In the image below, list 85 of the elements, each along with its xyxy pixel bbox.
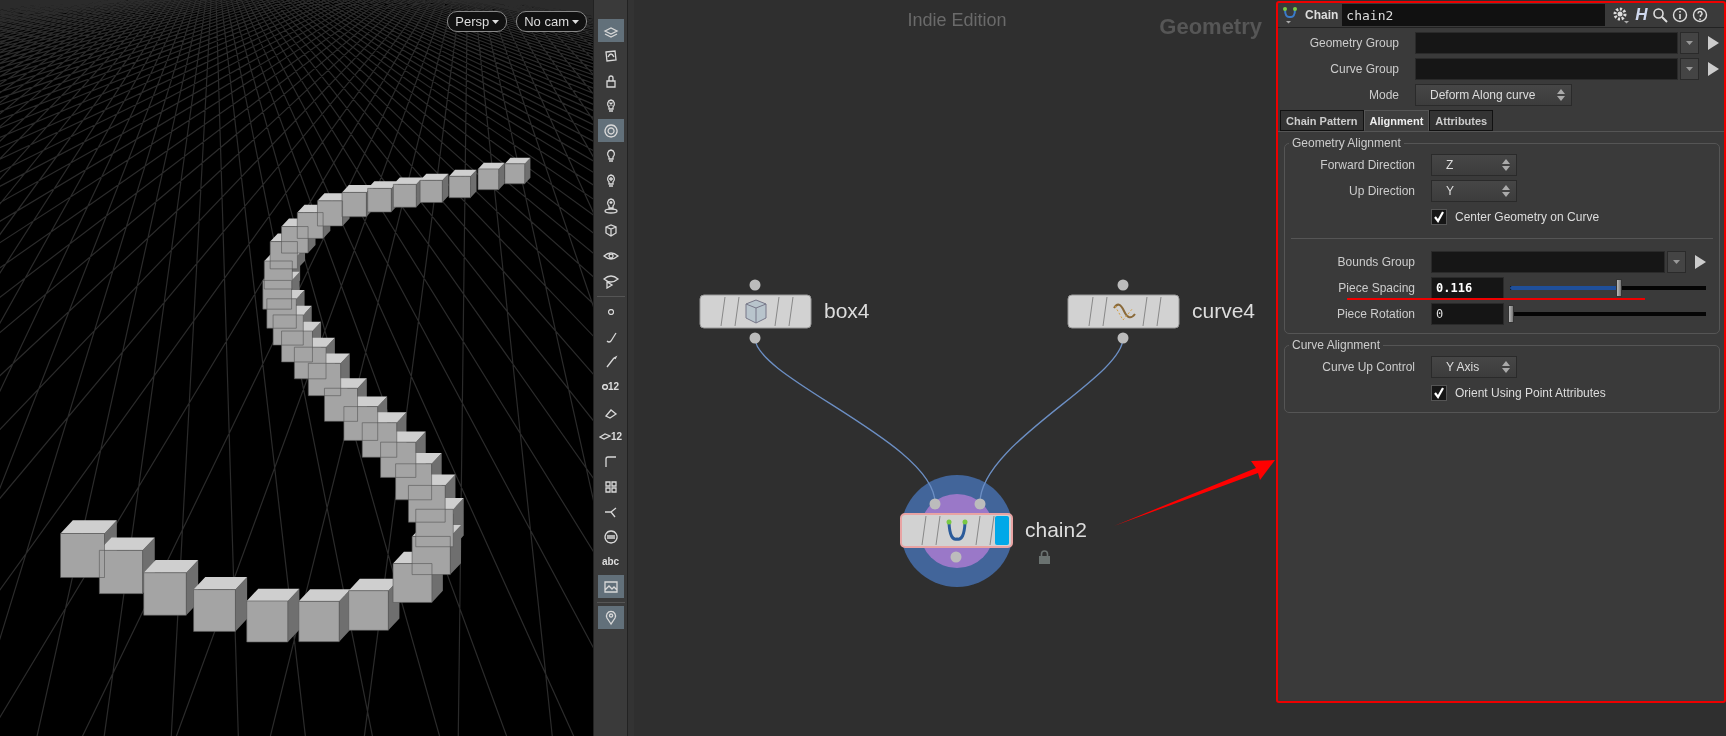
pointer-icon[interactable] bbox=[1707, 36, 1719, 50]
toolbar-button[interactable]: 12 bbox=[597, 375, 624, 398]
param-label: Piece Spacing bbox=[1337, 281, 1415, 295]
param-label: Piece Rotation bbox=[1335, 307, 1415, 321]
caret-icon bbox=[1686, 41, 1693, 45]
checkbox-label: Center Geometry on Curve bbox=[1455, 210, 1600, 224]
node-label: curve4 bbox=[1192, 298, 1256, 324]
image-icon bbox=[602, 578, 619, 595]
dropdown-button[interactable] bbox=[1667, 251, 1686, 273]
toolbar-button[interactable] bbox=[597, 606, 624, 629]
spinner-icon bbox=[1502, 185, 1510, 197]
eye-icon bbox=[602, 272, 619, 289]
number-field[interactable]: 0 bbox=[1431, 303, 1504, 325]
param-label: Bounds Group bbox=[1336, 255, 1415, 269]
node-label: chain2 bbox=[1025, 517, 1087, 543]
camera-menu[interactable]: No cam bbox=[516, 11, 587, 32]
pointer-icon[interactable] bbox=[1694, 255, 1706, 269]
chain-icon bbox=[946, 519, 968, 541]
slider-thumb[interactable] bbox=[1508, 305, 1514, 323]
info-icon[interactable] bbox=[1671, 7, 1688, 23]
param-label: Curve Up Control bbox=[1321, 360, 1415, 374]
spinner-icon bbox=[1502, 159, 1510, 171]
group-field[interactable] bbox=[1415, 58, 1678, 80]
h-badge[interactable]: H bbox=[1635, 5, 1648, 25]
caret-icon bbox=[572, 19, 579, 24]
toolbar-button[interactable] bbox=[597, 575, 624, 598]
caret-icon bbox=[1673, 260, 1680, 264]
spinner-icon bbox=[1502, 361, 1510, 373]
pointer-icon[interactable] bbox=[1707, 62, 1719, 76]
param-label: Forward Direction bbox=[1319, 158, 1415, 172]
input-port[interactable] bbox=[749, 279, 761, 291]
edition-label: Indie Edition bbox=[907, 10, 1007, 31]
group-field[interactable] bbox=[1415, 32, 1678, 54]
output-port[interactable] bbox=[1117, 332, 1129, 344]
param-label: Curve Group bbox=[1329, 62, 1399, 76]
snap-icon bbox=[602, 47, 619, 64]
input-port[interactable] bbox=[1117, 279, 1129, 291]
tab[interactable]: Alignment bbox=[1363, 110, 1430, 131]
input-port[interactable] bbox=[974, 498, 986, 510]
checkbox-label: Orient Using Point Attributes bbox=[1455, 386, 1606, 400]
node[interactable] bbox=[900, 513, 1013, 548]
gear-icon[interactable] bbox=[1611, 6, 1632, 24]
point-number-icon bbox=[601, 383, 608, 390]
param-label: Mode bbox=[1367, 88, 1399, 102]
cube-icon bbox=[602, 222, 619, 239]
menu-button[interactable]: Z bbox=[1431, 154, 1517, 176]
node-name-field[interactable]: chain2 bbox=[1342, 4, 1606, 26]
menu-button[interactable]: Y Axis bbox=[1431, 356, 1517, 378]
toolbar-button[interactable] bbox=[597, 119, 624, 142]
node-label: box4 bbox=[824, 298, 870, 324]
dropdown-button[interactable] bbox=[1680, 58, 1699, 80]
bulb-icon bbox=[602, 197, 619, 214]
node-type-label: Chain bbox=[1305, 8, 1339, 22]
node[interactable] bbox=[699, 294, 812, 329]
toolbar-button[interactable]: abc bbox=[597, 550, 624, 573]
curve-icon bbox=[1113, 303, 1136, 321]
param-label: Geometry Group bbox=[1308, 36, 1399, 50]
grid-icon bbox=[602, 478, 619, 495]
checkbox[interactable] bbox=[1431, 385, 1447, 401]
group-field[interactable] bbox=[1431, 251, 1665, 273]
toolbar-button[interactable] bbox=[597, 19, 624, 42]
help-icon[interactable] bbox=[1691, 7, 1708, 23]
dropdown-button[interactable] bbox=[1680, 32, 1699, 54]
spinner-icon bbox=[1557, 89, 1566, 101]
param-label: Up Direction bbox=[1347, 184, 1415, 198]
corner-icon bbox=[602, 453, 619, 470]
menu-button[interactable]: Deform Along curve bbox=[1415, 84, 1573, 106]
tab[interactable]: Chain Pattern bbox=[1280, 110, 1364, 131]
cube-icon bbox=[745, 299, 767, 324]
camera-menu[interactable]: Persp bbox=[447, 11, 508, 32]
tab[interactable]: Attributes bbox=[1429, 110, 1494, 131]
input-port[interactable] bbox=[929, 498, 941, 510]
polygon-icon bbox=[598, 433, 611, 440]
menu-button[interactable]: Y bbox=[1431, 180, 1517, 202]
output-port[interactable] bbox=[749, 332, 761, 344]
caret-icon bbox=[492, 19, 500, 24]
slider-thumb[interactable] bbox=[1615, 279, 1622, 297]
node[interactable] bbox=[1067, 294, 1180, 329]
section-title: Curve Alignment bbox=[1291, 338, 1382, 352]
toolbar-button[interactable]: 12 bbox=[597, 425, 624, 448]
section-title: Geometry Alignment bbox=[1291, 136, 1402, 150]
checkbox[interactable] bbox=[1431, 209, 1447, 225]
search-icon[interactable] bbox=[1651, 7, 1668, 23]
number-field[interactable]: 0.116 bbox=[1431, 277, 1504, 299]
caret-icon bbox=[1686, 67, 1693, 71]
